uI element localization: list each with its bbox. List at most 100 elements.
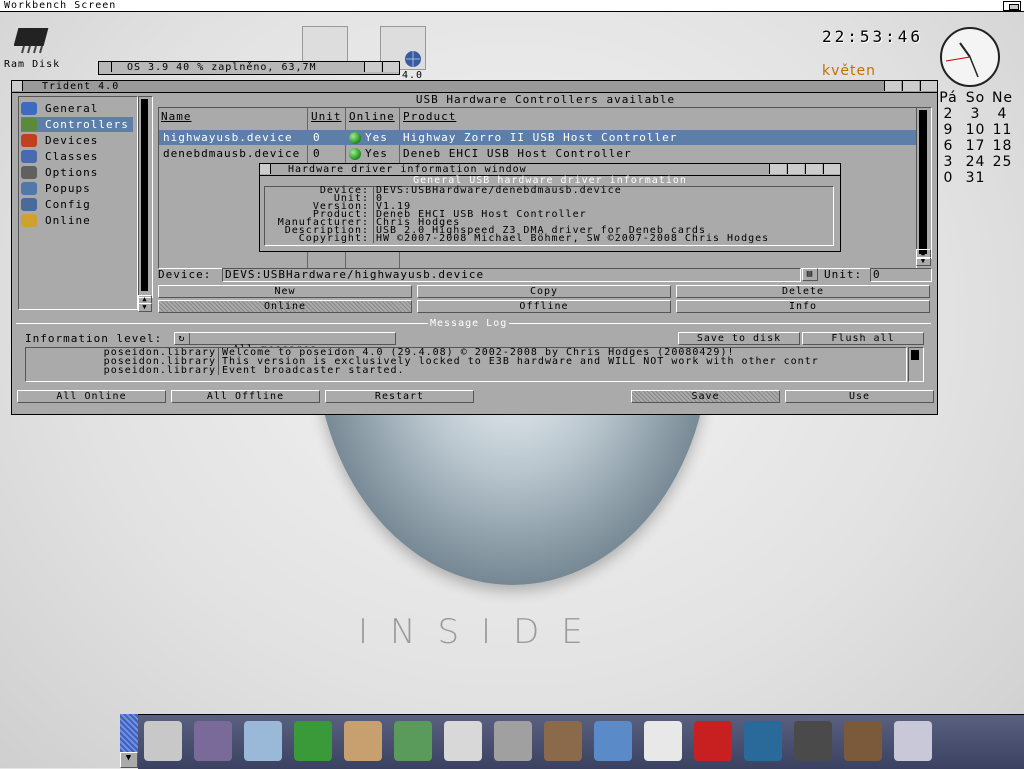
- disk-icon[interactable]: [594, 721, 632, 761]
- log-scroll-knob[interactable]: [911, 350, 919, 360]
- magnifier-icon[interactable]: [444, 721, 482, 761]
- calendar-day: 24: [965, 154, 986, 170]
- classes-icon: [21, 150, 37, 163]
- calendar-day: 31: [965, 170, 986, 186]
- notepad-icon[interactable]: [294, 721, 332, 761]
- table-row[interactable]: highwayusb.device 0 Yes Highway Zorro II US…: [159, 130, 916, 145]
- user-icon[interactable]: [344, 721, 382, 761]
- restart-button[interactable]: Restart: [325, 390, 474, 403]
- drive-icon[interactable]: [302, 26, 348, 64]
- calendar-grid: Pá So Ne 2 3 4 9 10 11 6 17 18 3 24 25 0 31: [935, 90, 1016, 186]
- speaker-icon[interactable]: [494, 721, 532, 761]
- calendar-row: 6 17 18: [935, 138, 1016, 154]
- trident-title-bar[interactable]: Trident 4.0: [12, 81, 937, 93]
- sidebar-scrollbar[interactable]: [138, 96, 153, 298]
- column-name[interactable]: Name: [161, 111, 192, 123]
- taskbar-menu-button[interactable]: ▼: [120, 752, 138, 768]
- log-scrollbar[interactable]: [908, 347, 924, 382]
- row-unit: 0: [313, 131, 321, 144]
- column-online[interactable]: Online: [349, 111, 395, 123]
- new-button[interactable]: New: [158, 285, 412, 298]
- close-gadget[interactable]: [101, 62, 112, 72]
- iconify-gadget[interactable]: [884, 81, 901, 91]
- all-offline-button[interactable]: All Offline: [171, 390, 320, 403]
- iconify-gadget[interactable]: [769, 164, 786, 174]
- row-online: Yes: [349, 146, 388, 161]
- info-button[interactable]: Info: [676, 300, 930, 313]
- message-log-list[interactable]: poseidon.library Welcome to poseidon 4.0 …: [25, 347, 907, 382]
- depth-gadget[interactable]: [805, 164, 822, 174]
- all-online-button[interactable]: All Online: [17, 390, 166, 403]
- workbench-drawer-window[interactable]: OS 3.9 40 % zaplněno, 63,7M: [98, 61, 400, 75]
- calendar-row: 0 31: [935, 170, 1016, 186]
- box-icon[interactable]: [394, 721, 432, 761]
- offline-button[interactable]: Offline: [417, 300, 671, 313]
- sidebar-item-classes[interactable]: Classes: [21, 149, 98, 164]
- unit-field[interactable]: 0: [870, 268, 932, 282]
- save-button[interactable]: Save: [631, 390, 780, 403]
- calendar-day: Pá: [939, 90, 958, 106]
- zoom-gadget[interactable]: [787, 164, 804, 174]
- calendar-day: 2: [943, 106, 954, 122]
- sidebar-item-general[interactable]: General: [21, 101, 98, 116]
- flush-all-button[interactable]: Flush all: [802, 332, 924, 345]
- sidebar-item-devices[interactable]: Devices: [21, 133, 98, 148]
- sidebar-item-options[interactable]: Options: [21, 165, 98, 180]
- screen-depth-gadget[interactable]: [1003, 1, 1021, 11]
- analog-clock: [940, 27, 1000, 87]
- grid-icon[interactable]: [894, 721, 932, 761]
- info-field-value: DEVS:USBHardware/denebdmausb.device: [373, 186, 622, 196]
- calendar-month: květen: [822, 63, 876, 79]
- sidebar-item-label: General: [45, 102, 99, 115]
- close-gadget[interactable]: [260, 164, 271, 174]
- ram-disk-icon[interactable]: [13, 22, 56, 56]
- list-scrollbar[interactable]: [916, 107, 932, 259]
- driver-info-window[interactable]: Hardware driver information window Gener…: [259, 163, 841, 252]
- online-icon: [21, 214, 37, 227]
- hippo-icon[interactable]: [244, 721, 282, 761]
- sidebar-item-online[interactable]: Online: [21, 213, 91, 228]
- spider-icon[interactable]: [644, 721, 682, 761]
- help-icon: [21, 102, 37, 115]
- prefs-icon[interactable]: [194, 721, 232, 761]
- delete-button[interactable]: Delete: [676, 285, 930, 298]
- driver-info-title: Hardware driver information window: [288, 164, 527, 175]
- copy-button[interactable]: Copy: [417, 285, 671, 298]
- info-level-label: Information level:: [25, 332, 163, 345]
- shell-icon[interactable]: [144, 721, 182, 761]
- zoom-gadget[interactable]: [364, 62, 381, 72]
- zoom-gadget[interactable]: [902, 81, 919, 91]
- sidebar-item-label: Classes: [45, 150, 99, 163]
- depth-gadget[interactable]: [382, 62, 399, 72]
- row-name: highwayusb.device: [163, 131, 293, 144]
- scroll-down-button[interactable]: ▼: [138, 303, 152, 312]
- sidebar-item-label: Config: [45, 198, 91, 211]
- sidebar-scroll-knob[interactable]: [141, 99, 148, 291]
- size-gadget[interactable]: [823, 164, 840, 174]
- info-level-cycle[interactable]: ↻ All messages: [174, 332, 396, 355]
- close-gadget[interactable]: [12, 81, 23, 91]
- save-to-disk-button[interactable]: Save to disk: [678, 332, 800, 345]
- file-requester-icon[interactable]: ▤: [802, 268, 818, 281]
- use-button[interactable]: Use: [785, 390, 934, 403]
- media-icon[interactable]: [794, 721, 832, 761]
- table-row[interactable]: denebdmausb.device 0 Yes Deneb EHCI USB Hos…: [159, 146, 916, 161]
- device-field[interactable]: DEVS:USBHardware/highwayusb.device: [222, 268, 801, 282]
- sidebar-list[interactable]: General Controllers Devices Classes Options P…: [18, 96, 138, 310]
- ac-icon[interactable]: [694, 721, 732, 761]
- network-icon[interactable]: [844, 721, 882, 761]
- column-unit[interactable]: Unit: [311, 111, 342, 123]
- online-button[interactable]: Online: [158, 300, 412, 313]
- sidebar-item-config[interactable]: Config: [21, 197, 91, 212]
- globe-icon: [405, 51, 421, 67]
- depth-gadget[interactable]: [920, 81, 937, 91]
- sidebar-item-popups[interactable]: Popups: [21, 181, 91, 196]
- viewer-icon[interactable]: [544, 721, 582, 761]
- globe-icon[interactable]: [744, 721, 782, 761]
- sidebar-item-controllers[interactable]: Controllers: [21, 117, 133, 132]
- column-product[interactable]: Product: [403, 111, 456, 123]
- sidebar-item-label: Options: [45, 166, 99, 179]
- list-scroll-down[interactable]: ▼: [916, 257, 931, 266]
- list-scroll-knob[interactable]: [919, 110, 927, 254]
- ram-disk-label[interactable]: Ram Disk: [4, 59, 60, 70]
